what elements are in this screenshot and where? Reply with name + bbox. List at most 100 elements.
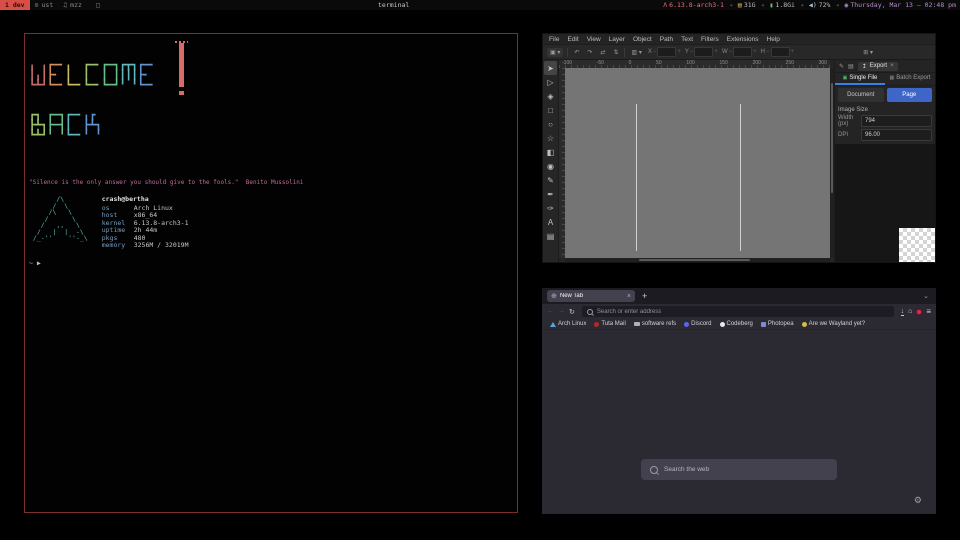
search-icon <box>650 466 658 474</box>
prompt-arrow-icon: ▶ <box>37 259 41 267</box>
bookmark-photopea[interactable]: Photopea <box>761 321 794 327</box>
tab-single-file[interactable]: ▣ Single File <box>835 73 885 85</box>
document-scope-button[interactable]: Document <box>838 88 884 102</box>
tab-close-icon[interactable]: × <box>627 293 631 300</box>
w-decrement[interactable]: − <box>729 49 733 55</box>
gradient-tool-icon[interactable]: ▤ <box>544 229 557 243</box>
menu-extensions[interactable]: Extensions <box>723 36 763 43</box>
tab-label: Single File <box>849 75 877 81</box>
reload-button[interactable]: ↻ <box>569 308 575 316</box>
tab-overflow-chevron-icon[interactable]: ⌄ <box>923 292 929 300</box>
welcome-ascii-art: ╻ ╻┏━╸╻ ┏━╸┏━┓┏┳┓┏━╸┃╻┃┣╸ ┃ ┃ ┃ ┃┃┃┃┣╸ ┗… <box>29 41 513 171</box>
page-scope-button[interactable]: Page <box>887 88 933 102</box>
export-tab-icon: ↥ <box>862 63 867 70</box>
menu-edit[interactable]: Edit <box>563 36 582 43</box>
h-input[interactable] <box>771 47 790 57</box>
downloads-icon[interactable]: ↓ <box>901 308 905 316</box>
y-input[interactable] <box>694 47 713 57</box>
home-icon[interactable]: ⌂ <box>908 308 912 315</box>
hamburger-menu-icon[interactable]: ≡ <box>926 307 931 316</box>
flip-vertical-button[interactable]: ⇅ <box>611 49 620 56</box>
menu-object[interactable]: Object <box>629 36 656 43</box>
h-increment[interactable]: + <box>791 49 795 55</box>
x-input[interactable] <box>657 47 676 57</box>
horizontal-scrollbar[interactable] <box>565 258 830 262</box>
web-search-input[interactable]: Search the web <box>641 459 837 480</box>
workspace-tag-dev[interactable]: 1 dev <box>0 0 30 10</box>
personalize-gear-icon[interactable]: ⚙ <box>914 496 922 505</box>
spiral-tool-icon[interactable]: ◉ <box>544 159 557 173</box>
selection-mode-dropdown[interactable]: ▣ ▾ <box>547 48 563 57</box>
star-tool-icon[interactable]: ☆ <box>544 131 557 145</box>
selector-tool-icon[interactable]: ➤ <box>544 61 557 75</box>
menu-text[interactable]: Text <box>677 36 697 43</box>
tab-batch-export[interactable]: ▦ Batch Export <box>885 73 935 85</box>
menu-layer[interactable]: Layer <box>605 36 629 43</box>
menu-view[interactable]: View <box>583 36 605 43</box>
status-bar: 1 dev ⊙ ust ♫ mzz □ terminal Λ 6.13.8-ar… <box>0 0 960 10</box>
swatches-dock-icon[interactable]: ▤ <box>848 63 854 70</box>
rotate-cw-button[interactable]: ↷ <box>585 49 594 56</box>
bookmark-are-we-wayland-yet[interactable]: Are we Wayland yet? <box>802 321 865 327</box>
vertical-scrollbar[interactable] <box>830 68 834 258</box>
rotate-ccw-button[interactable]: ↶ <box>572 49 581 56</box>
tag-label: mzz <box>70 0 82 10</box>
extension-icon[interactable] <box>916 309 922 315</box>
text-tool-icon[interactable]: A <box>544 215 557 229</box>
drawing-canvas[interactable] <box>565 68 830 258</box>
ellipse-tool-icon[interactable]: ○ <box>544 117 557 131</box>
pencil-tool-icon[interactable]: ✎ <box>544 173 557 187</box>
workspace-tag-ust[interactable]: ⊙ ust <box>30 0 59 10</box>
node-editor-tool-icon[interactable]: ▷ <box>544 75 557 89</box>
shell-prompt[interactable]: ~▶ <box>29 259 513 267</box>
fortune-quote: "Silence is the only answer you should g… <box>29 179 513 187</box>
export-dock-tab[interactable]: ↥ Export × <box>858 62 898 71</box>
edit-dock-icon[interactable]: ✎ <box>839 63 844 70</box>
snap-controls-dropdown[interactable]: ⊞ ▾ <box>863 49 873 56</box>
width-input[interactable]: 794 <box>861 115 932 127</box>
x-decrement[interactable]: − <box>653 49 657 55</box>
scrollbar-thumb[interactable] <box>831 83 833 193</box>
globe-icon: ⊕ <box>551 293 557 300</box>
y-increment[interactable]: + <box>714 49 718 55</box>
menu-help[interactable]: Help <box>763 36 784 43</box>
y-decrement[interactable]: − <box>690 49 694 55</box>
flip-horizontal-button[interactable]: ⇄ <box>598 49 607 56</box>
calligraphy-tool-icon[interactable]: ✑ <box>544 201 557 215</box>
x-increment[interactable]: + <box>677 49 681 55</box>
bookmark-folder-software-refs[interactable]: software refs <box>634 321 676 327</box>
bookmark-codeberg[interactable]: Codeberg <box>720 321 753 327</box>
tab-new-tab[interactable]: ⊕ New Tab × <box>547 290 635 302</box>
menu-filters[interactable]: Filters <box>697 36 723 43</box>
fetch-info: crash@bertha osArch Linux hostx86_64 ker… <box>102 196 189 250</box>
back-button[interactable]: ← <box>547 308 554 315</box>
rectangle-tool-icon[interactable]: □ <box>544 103 557 117</box>
divider <box>567 48 568 57</box>
url-bar[interactable]: Search or enter address <box>582 306 894 317</box>
dpi-input[interactable]: 96.00 <box>861 129 932 141</box>
menu-file[interactable]: File <box>545 36 563 43</box>
w-input[interactable] <box>733 47 752 57</box>
pen-tool-icon[interactable]: ✒ <box>544 187 557 201</box>
layout-symbol-icon[interactable]: □ <box>96 0 100 10</box>
forward-button[interactable]: → <box>558 308 565 315</box>
width-field-row: Width (px) 794 <box>835 114 935 128</box>
close-icon[interactable]: × <box>890 63 894 69</box>
export-tab-label: Export <box>870 63 887 69</box>
new-tab-button[interactable]: + <box>642 292 647 301</box>
menu-path[interactable]: Path <box>656 36 677 43</box>
scrollbar-thumb[interactable] <box>639 259 750 261</box>
workspace-tag-mzz[interactable]: ♫ mzz <box>58 0 87 10</box>
bookmark-tuta-mail[interactable]: Tuta Mail <box>594 321 625 327</box>
bookmark-arch-linux[interactable]: Arch Linux <box>550 321 586 327</box>
w-increment[interactable]: + <box>753 49 757 55</box>
tag-label: ust <box>42 0 54 10</box>
bookmark-discord[interactable]: Discord <box>684 321 711 327</box>
terminal-window[interactable]: ╻ ╻┏━╸╻ ┏━╸┏━┓┏┳┓┏━╸┃╻┃┣╸ ┃ ┃ ┃ ┃┃┃┃┣╸ ┗… <box>24 33 518 513</box>
ruler-label: -50 <box>597 60 604 66</box>
shape-builder-tool-icon[interactable]: ◈ <box>544 89 557 103</box>
box-3d-tool-icon[interactable]: ◧ <box>544 145 557 159</box>
focused-window-title: terminal <box>378 0 409 10</box>
align-dropdown[interactable]: ▥ ▾ <box>629 49 643 56</box>
h-decrement[interactable]: − <box>766 49 770 55</box>
